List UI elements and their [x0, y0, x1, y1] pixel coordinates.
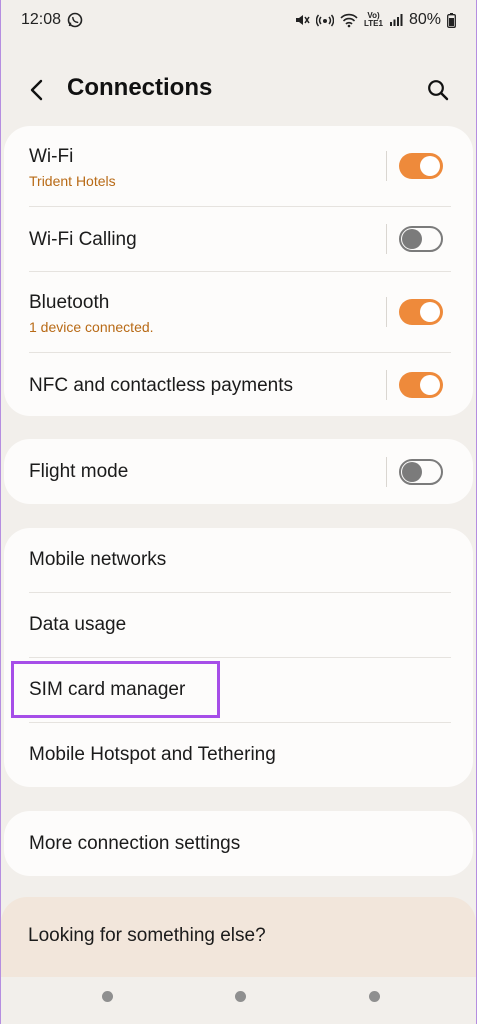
- setting-row-sim-card-manager[interactable]: SIM card manager: [4, 658, 473, 722]
- nav-recents-button[interactable]: [102, 991, 113, 1002]
- divider: [386, 297, 387, 327]
- wifi-calling-toggle[interactable]: [399, 226, 443, 252]
- setting-row-wifi[interactable]: Wi-Fi Trident Hotels: [4, 126, 473, 206]
- row-label: Bluetooth: [29, 292, 110, 313]
- divider: [386, 457, 387, 487]
- nfc-toggle[interactable]: [399, 372, 443, 398]
- row-label: Mobile Hotspot and Tethering: [29, 744, 276, 765]
- mute-icon: [294, 12, 310, 28]
- row-label: Data usage: [29, 614, 127, 635]
- divider: [386, 224, 387, 254]
- nav-back-button[interactable]: [369, 991, 380, 1002]
- page-title: Connections: [67, 74, 213, 101]
- divider: [386, 370, 387, 400]
- row-label: Wi-Fi: [29, 146, 74, 167]
- row-label: Wi-Fi Calling: [29, 229, 137, 250]
- status-bar: 12:08 Vo) LTE1 80%: [1, 0, 476, 40]
- navigation-bar: [1, 977, 476, 1024]
- wifi-icon: [340, 12, 358, 28]
- row-label: Flight mode: [29, 461, 129, 482]
- row-label: More connection settings: [29, 833, 241, 854]
- battery-icon: [447, 12, 456, 28]
- signal-icon: [389, 13, 403, 27]
- setting-row-bluetooth[interactable]: Bluetooth 1 device connected.: [4, 272, 473, 352]
- setting-row-data-usage[interactable]: Data usage: [4, 593, 473, 657]
- search-icon: [428, 80, 449, 101]
- battery-percent: 80%: [408, 11, 441, 28]
- wifi-toggle[interactable]: [399, 153, 443, 179]
- nav-home-button[interactable]: [235, 991, 246, 1002]
- flight-mode-toggle[interactable]: [399, 459, 443, 485]
- connections-card-4: More connection settings: [4, 811, 473, 876]
- setting-row-wifi-calling[interactable]: Wi-Fi Calling: [4, 207, 473, 271]
- connections-card-3: Mobile networks Data usage SIM card mana…: [4, 528, 473, 787]
- status-time: 12:08: [21, 11, 62, 28]
- setting-row-mobile-networks[interactable]: Mobile networks: [4, 528, 473, 592]
- setting-row-flight-mode[interactable]: Flight mode: [4, 439, 473, 504]
- row-label: NFC and contactless payments: [29, 375, 294, 396]
- setting-row-more-connection-settings[interactable]: More connection settings: [4, 811, 473, 876]
- connections-card-2: Flight mode: [4, 439, 473, 504]
- looking-label: Looking for something else?: [28, 925, 266, 946]
- setting-row-nfc[interactable]: NFC and contactless payments: [4, 353, 473, 416]
- back-button[interactable]: [23, 76, 51, 104]
- hotspot-icon: [316, 12, 334, 28]
- search-button[interactable]: [424, 76, 452, 104]
- row-subtitle: 1 device connected.: [29, 319, 154, 335]
- row-subtitle: Trident Hotels: [29, 173, 116, 189]
- divider: [386, 151, 387, 181]
- row-label: SIM card manager: [29, 679, 186, 700]
- connections-card-1: Wi-Fi Trident Hotels Wi-Fi Calling Bluet…: [4, 126, 473, 416]
- looking-for-something-else[interactable]: Looking for something else?: [1, 897, 476, 977]
- app-bar: Connections: [1, 60, 476, 120]
- back-arrow-icon: [30, 79, 43, 101]
- whatsapp-icon: [67, 12, 83, 28]
- setting-row-mobile-hotspot[interactable]: Mobile Hotspot and Tethering: [4, 723, 473, 787]
- volte-indicator: Vo) LTE1: [364, 11, 383, 28]
- row-label: Mobile networks: [29, 549, 167, 570]
- bluetooth-toggle[interactable]: [399, 299, 443, 325]
